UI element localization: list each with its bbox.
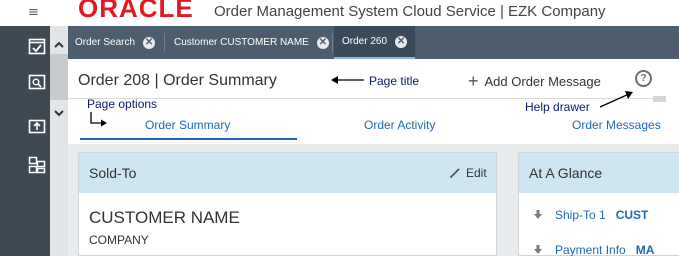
left-rail: ≡ (0, 0, 50, 256)
app-title: Order Management System Cloud Service | … (214, 3, 606, 20)
ship-to-link[interactable]: Ship-To 1 (555, 208, 606, 222)
customer-name: CUSTOMER NAME (89, 208, 240, 227)
at-a-glance-header: At A Glance (519, 153, 679, 193)
sold-to-title: Sold-To (89, 165, 137, 181)
tab-customer[interactable]: Customer CUSTOMER NAME ✕ (174, 26, 329, 59)
active-subtab-indicator (80, 138, 297, 140)
search-document-icon[interactable] (26, 72, 48, 92)
app-header: ORACLE Order Management System Cloud Ser… (68, 0, 679, 26)
scroll-thumb[interactable] (50, 54, 68, 100)
subtab-order-activity[interactable]: Order Activity (364, 118, 435, 132)
tab-label: Customer CUSTOMER NAME (174, 37, 309, 48)
payment-info-value: MA (635, 243, 655, 256)
page-title: Order 208 | Order Summary (78, 72, 277, 89)
tab-order-260[interactable]: Order 260 ✕ (334, 26, 416, 59)
tab-divider (164, 33, 165, 52)
payment-info-link[interactable]: Payment Info (555, 243, 626, 256)
at-a-glance-card: At A Glance Ship-To 1 CUST Payment Info … (518, 152, 679, 256)
glance-row-ship-to[interactable]: Ship-To 1 CUST (533, 208, 648, 222)
checklist-icon[interactable] (26, 36, 48, 56)
edit-button[interactable]: Edit (449, 166, 487, 180)
chevron-down-icon[interactable] (53, 106, 65, 118)
page-title-annotation: Page title (369, 74, 420, 88)
arrow-down-icon[interactable] (533, 210, 543, 220)
company-name: COMPANY (89, 233, 149, 247)
close-icon[interactable]: ✕ (395, 35, 408, 48)
page-options-annotation: Page options (87, 97, 158, 111)
tab-label: Order 260 (342, 36, 388, 47)
at-a-glance-title: At A Glance (529, 165, 603, 181)
close-icon[interactable]: ✕ (316, 36, 329, 49)
arrow-down-icon[interactable] (533, 245, 543, 255)
page-options-arrow (90, 112, 107, 127)
subtab-order-messages[interactable]: Order Messages (572, 118, 661, 132)
page-title-arrow (331, 76, 364, 84)
add-order-message-button[interactable]: + Add Order Message (468, 71, 601, 91)
drawer-handle (653, 96, 666, 102)
title-divider (68, 98, 666, 99)
ship-to-value: CUST (615, 208, 649, 222)
tab-label: Order Search (75, 37, 136, 48)
subtab-order-summary[interactable]: Order Summary (145, 118, 230, 132)
pencil-icon (450, 168, 460, 178)
rail-scrollbar[interactable] (50, 26, 68, 256)
tab-order-search[interactable]: Order Search ✕ (75, 26, 156, 59)
tab-bar: Order Search ✕ Customer CUSTOMER NAME ✕ … (68, 26, 679, 59)
upload-icon[interactable] (26, 116, 48, 136)
sold-to-header: Sold-To Edit (79, 153, 496, 193)
add-order-message-label: Add Order Message (484, 73, 601, 89)
layout-icon[interactable] (26, 155, 48, 175)
help-icon[interactable]: ? (635, 70, 652, 87)
menu-icon[interactable]: ≡ (28, 2, 52, 24)
rail-top: ≡ (0, 0, 50, 26)
edit-label: Edit (466, 166, 487, 180)
chevron-up-icon[interactable] (53, 38, 65, 50)
help-drawer-annotation: Help drawer (525, 100, 590, 114)
plus-icon: + (468, 71, 479, 91)
close-icon[interactable]: ✕ (143, 36, 156, 49)
help-drawer-arrow (599, 91, 633, 108)
sold-to-card: Sold-To Edit CUSTOMER NAME COMPANY (78, 152, 497, 256)
tab-divider (332, 33, 333, 52)
oracle-logo[interactable]: ORACLE (78, 0, 194, 21)
glance-row-payment[interactable]: Payment Info MA (533, 243, 654, 256)
